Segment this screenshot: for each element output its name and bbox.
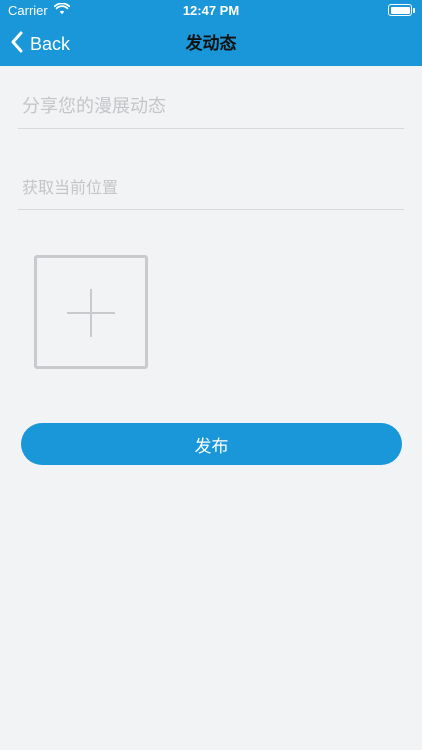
location-input[interactable]	[18, 165, 404, 209]
share-field	[18, 84, 404, 129]
header: Carrier 12:47 PM Back 发动态	[0, 0, 422, 66]
location-field	[18, 165, 404, 210]
wifi-icon	[53, 2, 70, 18]
carrier-label: Carrier	[8, 3, 48, 18]
plus-icon	[67, 289, 115, 337]
chevron-left-icon	[10, 31, 24, 57]
publish-button[interactable]: 发布	[21, 423, 402, 465]
battery-icon	[388, 4, 415, 16]
status-left: Carrier	[8, 2, 70, 18]
page-title: 发动态	[185, 34, 237, 54]
add-photo-button[interactable]	[34, 255, 148, 369]
battery-fill	[390, 6, 410, 14]
status-bar: Carrier 12:47 PM	[0, 0, 422, 22]
share-input[interactable]	[18, 84, 404, 128]
back-button[interactable]: Back	[10, 22, 70, 66]
status-time: 12:47 PM	[182, 3, 240, 18]
nav-bar: Back 发动态	[0, 22, 422, 66]
back-label: Back	[30, 33, 71, 54]
